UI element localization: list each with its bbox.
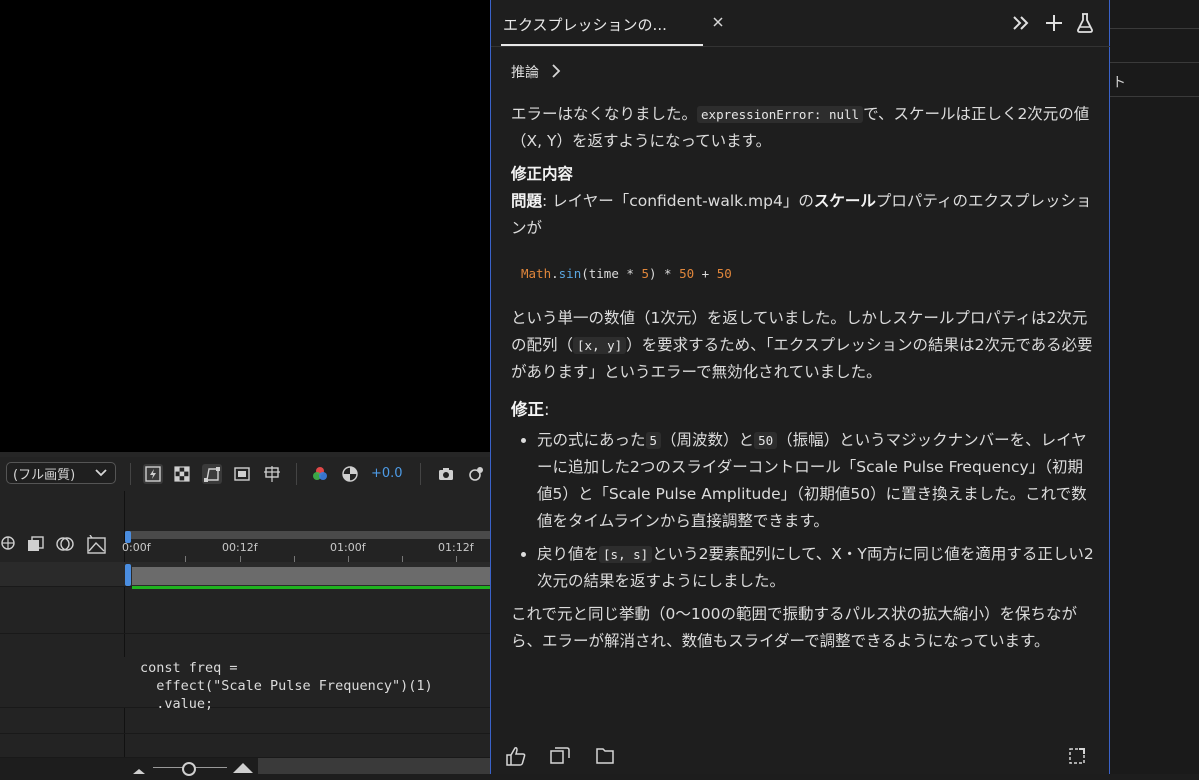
chevron-down-icon bbox=[95, 467, 107, 480]
label: 修正 bbox=[511, 400, 544, 419]
quality-select[interactable]: (フル画質) bbox=[6, 462, 116, 484]
reasoning-toggle[interactable]: 推論 bbox=[511, 60, 1095, 87]
list-item: 戻り値を[s, s]という2要素配列にして、X・Y両方に同じ値を適用する正しい2… bbox=[537, 541, 1095, 595]
inline-code: 50 bbox=[754, 432, 778, 449]
chevrons-right-icon[interactable] bbox=[1011, 13, 1031, 37]
bold-text: スケール bbox=[813, 192, 876, 210]
assistant-panel: エクスプレッションの... 推論 エラーはなくなりました。 expressionE… bbox=[490, 0, 1111, 774]
layer-render-bar bbox=[132, 586, 490, 589]
code-token: Math bbox=[521, 266, 552, 281]
code-token: 5 bbox=[641, 266, 649, 281]
frame-blend-icon[interactable] bbox=[26, 535, 46, 557]
text: エラーはなくなりました。 bbox=[511, 105, 698, 123]
exposure-value[interactable]: +0.0 bbox=[371, 466, 403, 481]
zoom-in-icon[interactable] bbox=[232, 759, 254, 778]
toolbar-divider bbox=[420, 463, 421, 485]
expression-line: effect("Scale Pulse Frequency")(1) bbox=[140, 678, 433, 694]
tab-expression[interactable]: エクスプレッションの... bbox=[503, 14, 667, 35]
viewer-toolbar: (フル画質) +0.0 bbox=[0, 457, 490, 491]
bookmark-icon[interactable] bbox=[595, 747, 615, 769]
text: （周波数）と bbox=[661, 431, 755, 449]
expand-icon[interactable] bbox=[1067, 747, 1087, 769]
zoom-out-icon[interactable] bbox=[131, 761, 147, 780]
code-token: 50 bbox=[679, 266, 695, 281]
layer-globe-icon[interactable] bbox=[0, 535, 18, 555]
property-row bbox=[0, 709, 490, 734]
text: 元の式にあった bbox=[537, 431, 646, 449]
playhead-top[interactable] bbox=[125, 531, 131, 543]
horizontal-scrollbar[interactable] bbox=[258, 758, 490, 774]
code-token: + bbox=[694, 266, 717, 281]
exposure-reset-icon[interactable] bbox=[340, 464, 360, 484]
property-row bbox=[0, 733, 490, 758]
region-of-interest-icon[interactable] bbox=[232, 464, 252, 484]
code-token: sin bbox=[558, 266, 582, 281]
text: : bbox=[544, 400, 550, 419]
dock-divider bbox=[1110, 62, 1199, 63]
inline-code: 5 bbox=[645, 432, 662, 449]
graph-editor-icon[interactable] bbox=[86, 534, 108, 559]
text: : レイヤー「confident-walk.mp4」の bbox=[542, 192, 814, 210]
list-item: 元の式にあった5（周波数）と50（振幅）というマジックナンバーを、レイヤーに追加… bbox=[537, 427, 1095, 535]
motion-blur-icon[interactable] bbox=[56, 535, 76, 557]
layer-duration-bar[interactable] bbox=[132, 567, 490, 585]
dock-divider bbox=[1110, 96, 1199, 97]
code-token: (time * bbox=[581, 266, 642, 281]
quality-label: (フル画質) bbox=[13, 467, 76, 483]
timeline-panel: ンク 0:00f 00:12f 01:00f 01:12f const freq… bbox=[0, 491, 490, 776]
show-snapshot-icon[interactable] bbox=[466, 464, 486, 484]
add-icon[interactable] bbox=[1044, 13, 1064, 37]
composition-viewer[interactable] bbox=[0, 0, 490, 452]
right-dock: ト bbox=[1110, 0, 1199, 774]
time-tick-label: 00:12f bbox=[222, 541, 258, 554]
paragraph: エラーはなくなりました。 expressionError: null で、スケールは… bbox=[511, 101, 1095, 155]
inline-code: [s, s] bbox=[599, 546, 653, 563]
section-heading: 修正: bbox=[511, 396, 1095, 423]
reasoning-label: 推論 bbox=[511, 65, 539, 81]
code-token: . bbox=[551, 266, 559, 281]
camera-snapshot-icon[interactable] bbox=[436, 464, 456, 484]
code-block: Math.sin(time * 5) * 50 + 50 bbox=[521, 260, 1095, 287]
dock-divider bbox=[1110, 28, 1199, 29]
expression-editor[interactable]: const freq = effect("Scale Pulse Frequen… bbox=[140, 659, 433, 713]
paragraph: 問題: レイヤー「confident-walk.mp4」のスケールプロパティのエ… bbox=[511, 188, 1095, 242]
code-token: ) * bbox=[648, 266, 680, 281]
inline-code: [x, y] bbox=[573, 337, 627, 354]
paragraph: これで元と同じ挙動（0〜100の範囲で振動するパルス状の拡大縮小）を保ちながら、… bbox=[511, 605, 1077, 650]
message-content: 推論 エラーはなくなりました。 expressionError: null で、スケ… bbox=[511, 60, 1095, 655]
property-row bbox=[0, 609, 490, 634]
color-channels-icon[interactable] bbox=[310, 464, 330, 484]
flask-icon[interactable] bbox=[1075, 12, 1095, 38]
tab-separator bbox=[491, 46, 1111, 47]
transparency-grid-icon[interactable] bbox=[172, 464, 192, 484]
code-token: 50 bbox=[716, 266, 732, 281]
time-tick-label: 01:00f bbox=[330, 541, 366, 554]
dock-label[interactable]: ト bbox=[1112, 72, 1126, 92]
copy-icon[interactable] bbox=[549, 747, 571, 769]
toolbar-divider bbox=[296, 463, 297, 485]
label: 問題 bbox=[511, 192, 543, 210]
close-tab-icon[interactable] bbox=[711, 14, 725, 33]
inline-code: expressionError: null bbox=[697, 106, 864, 123]
work-area-bar[interactable] bbox=[125, 531, 490, 539]
text: 戻り値を bbox=[537, 545, 600, 563]
expression-line: const freq = bbox=[140, 660, 238, 676]
fast-preview-icon[interactable] bbox=[143, 464, 163, 484]
property-row bbox=[0, 633, 490, 658]
chevron-right-icon bbox=[551, 60, 561, 87]
mask-path-icon[interactable] bbox=[202, 464, 222, 484]
paragraph: という単一の数値（1次元）を返していました。しかしスケールプロパティは2次元の配… bbox=[511, 305, 1095, 386]
thumbs-up-icon[interactable] bbox=[505, 746, 527, 770]
time-tick-label: 01:12f bbox=[438, 541, 474, 554]
section-heading: 修正内容 bbox=[511, 165, 574, 183]
grid-guides-icon[interactable] bbox=[262, 464, 282, 484]
fix-list: 元の式にあった5（周波数）と50（振幅）というマジックナンバーを、レイヤーに追加… bbox=[511, 427, 1095, 595]
playhead-handle[interactable] bbox=[125, 564, 131, 586]
toolbar-divider bbox=[130, 463, 131, 485]
